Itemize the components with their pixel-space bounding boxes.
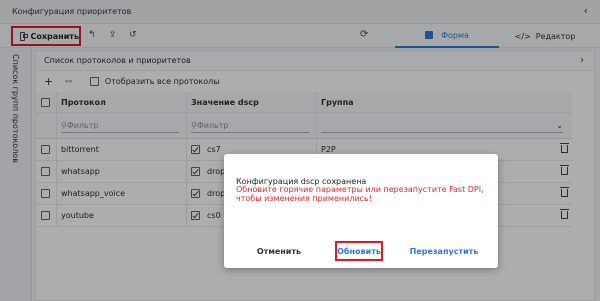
restart-button[interactable]: Перезапустить bbox=[404, 241, 484, 261]
update-button[interactable]: Обновить bbox=[335, 241, 383, 261]
cancel-button[interactable]: Отменить bbox=[246, 241, 312, 261]
dialog-warning-line1: Обновите горячие параметры или перезапус… bbox=[236, 185, 484, 194]
dialog-warning-line2: чтобы изменения применились! bbox=[236, 194, 372, 203]
saved-dialog: Конфигурация dscp сохранена Обновите гор… bbox=[224, 154, 498, 268]
